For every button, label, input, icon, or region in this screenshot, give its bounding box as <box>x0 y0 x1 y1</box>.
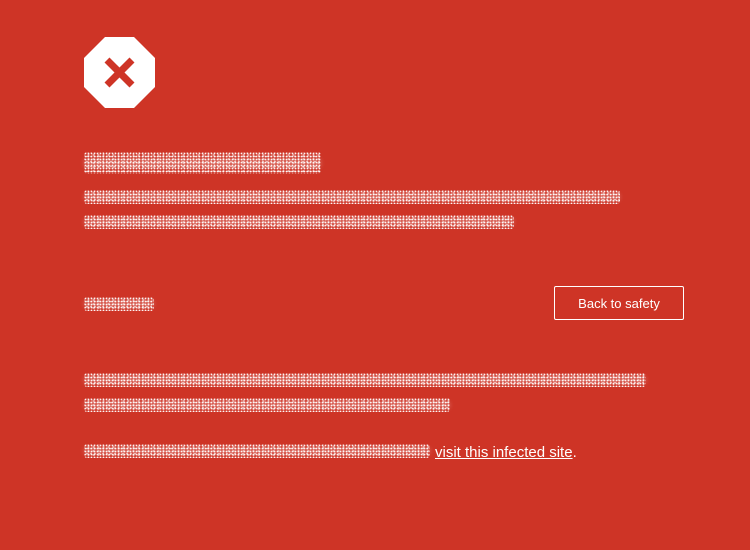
action-row: Back to safety <box>84 286 684 322</box>
obscured-details-line-1 <box>84 373 646 387</box>
back-to-safety-button[interactable]: Back to safety <box>554 286 684 320</box>
obscured-details-line-2 <box>84 398 450 412</box>
details-paragraph <box>84 373 684 412</box>
obscured-details-text <box>84 297 154 311</box>
obscured-title-text <box>84 152 321 174</box>
details-link[interactable] <box>84 297 154 311</box>
proceed-line-period: . <box>572 444 577 461</box>
proceed-line: visit this infected site. <box>84 443 684 463</box>
stop-x-icon <box>84 37 155 108</box>
interstitial-page: Back to safety visit this infected site. <box>84 37 684 463</box>
obscured-message-line-1 <box>84 190 620 204</box>
obscured-proceed-text <box>84 444 430 458</box>
obscured-message-line-2 <box>84 215 514 229</box>
page-title <box>84 148 684 180</box>
warning-message <box>84 190 684 229</box>
visit-infected-site-link[interactable]: visit this infected site <box>435 444 573 461</box>
